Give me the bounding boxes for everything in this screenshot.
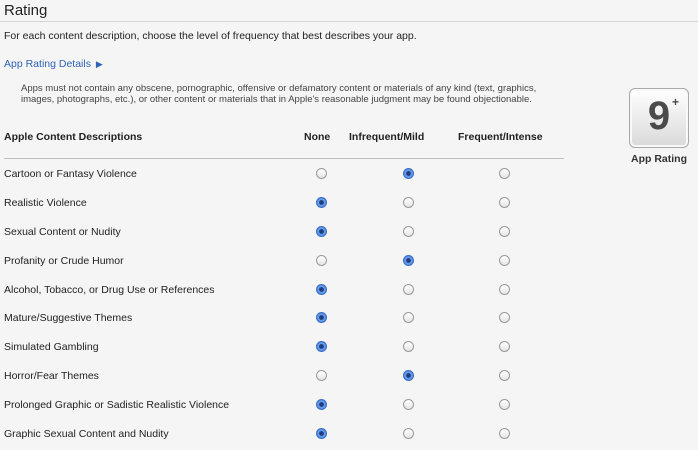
radio-none[interactable] xyxy=(316,196,327,208)
header-none: None xyxy=(304,131,331,143)
header-intense: Frequent/Intense xyxy=(458,131,543,143)
radio-intense[interactable] xyxy=(499,370,510,382)
page-title: Rating xyxy=(4,2,48,19)
radio-mild[interactable] xyxy=(403,341,414,353)
row-label: Realistic Violence xyxy=(4,196,87,209)
table-row: Prolonged Graphic or Sadistic Realistic … xyxy=(0,391,600,420)
radio-intense[interactable] xyxy=(499,312,510,324)
radio-intense[interactable] xyxy=(499,225,510,237)
row-label: Profanity or Crude Humor xyxy=(4,254,124,267)
table-row: Simulated Gambling xyxy=(0,333,600,362)
radio-mild[interactable] xyxy=(403,254,414,266)
header-description: Apple Content Descriptions xyxy=(4,131,143,143)
table-row: Mature/Suggestive Themes xyxy=(0,304,600,333)
radio-intense[interactable] xyxy=(499,196,510,208)
radio-intense[interactable] xyxy=(499,168,510,179)
title-divider xyxy=(0,21,698,22)
details-link-label: App Rating Details xyxy=(4,58,91,70)
row-label: Graphic Sexual Content and Nudity xyxy=(4,428,169,441)
radio-none[interactable] xyxy=(316,312,327,324)
radio-none[interactable] xyxy=(316,225,327,237)
content-descriptions-list: Cartoon or Fantasy Violence Realistic Vio… xyxy=(0,160,600,449)
radio-none[interactable] xyxy=(316,341,327,353)
table-header: Apple Content Descriptions None Infreque… xyxy=(4,131,564,145)
rating-number: 9 xyxy=(647,94,671,138)
disclaimer-text: Apps must not contain any obscene, porno… xyxy=(21,83,537,105)
radio-mild[interactable] xyxy=(403,196,414,208)
row-label: Alcohol, Tobacco, or Drug Use or Referen… xyxy=(4,283,215,296)
triangle-right-icon: ▶ xyxy=(95,59,103,69)
radio-mild[interactable] xyxy=(403,283,414,295)
radio-mild[interactable] xyxy=(403,168,414,179)
radio-none[interactable] xyxy=(316,283,327,295)
table-row: Sexual Content or Nudity xyxy=(0,218,600,247)
table-row: Cartoon or Fantasy Violence xyxy=(0,160,600,189)
rating-badge: 9 + xyxy=(629,88,689,148)
instructions-text: For each content description, choose the… xyxy=(4,30,417,42)
radio-mild[interactable] xyxy=(403,399,414,411)
radio-none[interactable] xyxy=(316,428,327,440)
row-label: Sexual Content or Nudity xyxy=(4,225,121,238)
radio-intense[interactable] xyxy=(499,254,510,266)
row-label: Prolonged Graphic or Sadistic Realistic … xyxy=(4,399,230,412)
table-row: Horror/Fear Themes xyxy=(0,362,600,391)
table-row: Graphic Sexual Content and Nudity xyxy=(0,420,600,449)
row-label: Horror/Fear Themes xyxy=(4,370,99,383)
app-rating-details-link[interactable]: App Rating Details ▶ xyxy=(4,58,103,70)
row-label: Mature/Suggestive Themes xyxy=(4,312,133,325)
radio-none[interactable] xyxy=(316,168,327,179)
radio-intense[interactable] xyxy=(499,283,510,295)
row-label: Simulated Gambling xyxy=(4,341,99,354)
radio-mild[interactable] xyxy=(403,428,414,440)
header-divider xyxy=(4,158,564,159)
table-row: Alcohol, Tobacco, or Drug Use or Referen… xyxy=(0,276,600,305)
row-label: Cartoon or Fantasy Violence xyxy=(4,168,137,180)
radio-none[interactable] xyxy=(316,254,327,266)
radio-mild[interactable] xyxy=(403,225,414,237)
radio-none[interactable] xyxy=(316,370,327,382)
table-row: Realistic Violence xyxy=(0,189,600,218)
radio-mild[interactable] xyxy=(403,312,414,324)
radio-intense[interactable] xyxy=(499,399,510,411)
radio-none[interactable] xyxy=(316,399,327,411)
header-mild: Infrequent/Mild xyxy=(349,131,425,143)
table-row: Profanity or Crude Humor xyxy=(0,247,600,276)
rating-plus: + xyxy=(672,95,680,109)
radio-mild[interactable] xyxy=(403,370,414,382)
radio-intense[interactable] xyxy=(499,428,510,440)
radio-intense[interactable] xyxy=(499,341,510,353)
rating-label: App Rating xyxy=(631,153,687,165)
